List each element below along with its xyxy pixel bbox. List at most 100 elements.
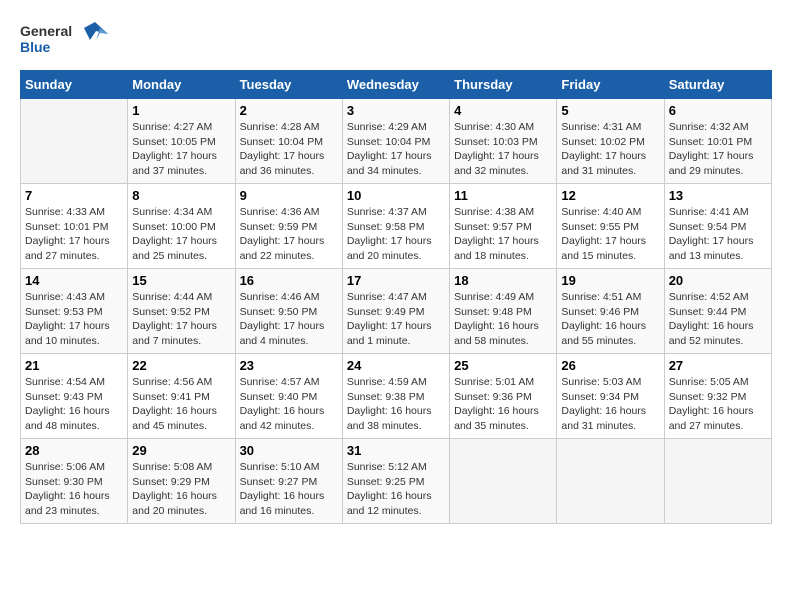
day-number: 25 [454, 358, 552, 373]
calendar-cell: 2 Sunrise: 4:28 AM Sunset: 10:04 PM Dayli… [235, 99, 342, 184]
calendar-cell: 19 Sunrise: 4:51 AM Sunset: 9:46 PM Dayli… [557, 269, 664, 354]
day-number: 12 [561, 188, 659, 203]
day-info: Sunrise: 5:12 AM Sunset: 9:25 PM Dayligh… [347, 460, 445, 519]
calendar-table: SundayMondayTuesdayWednesdayThursdayFrid… [20, 70, 772, 524]
day-number: 4 [454, 103, 552, 118]
day-info: Sunrise: 4:49 AM Sunset: 9:48 PM Dayligh… [454, 290, 552, 349]
day-info: Sunrise: 4:56 AM Sunset: 9:41 PM Dayligh… [132, 375, 230, 434]
day-info: Sunrise: 4:51 AM Sunset: 9:46 PM Dayligh… [561, 290, 659, 349]
day-number: 19 [561, 273, 659, 288]
calendar-cell: 12 Sunrise: 4:40 AM Sunset: 9:55 PM Dayli… [557, 184, 664, 269]
day-number: 20 [669, 273, 767, 288]
calendar-cell [664, 439, 771, 524]
day-number: 13 [669, 188, 767, 203]
day-number: 10 [347, 188, 445, 203]
calendar-cell: 31 Sunrise: 5:12 AM Sunset: 9:25 PM Dayli… [342, 439, 449, 524]
day-number: 23 [240, 358, 338, 373]
day-number: 24 [347, 358, 445, 373]
day-info: Sunrise: 5:10 AM Sunset: 9:27 PM Dayligh… [240, 460, 338, 519]
day-number: 30 [240, 443, 338, 458]
svg-text:General: General [20, 23, 72, 39]
day-number: 6 [669, 103, 767, 118]
calendar-cell: 3 Sunrise: 4:29 AM Sunset: 10:04 PM Dayli… [342, 99, 449, 184]
day-info: Sunrise: 4:54 AM Sunset: 9:43 PM Dayligh… [25, 375, 123, 434]
col-header-friday: Friday [557, 71, 664, 99]
day-number: 31 [347, 443, 445, 458]
calendar-cell: 21 Sunrise: 4:54 AM Sunset: 9:43 PM Dayli… [21, 354, 128, 439]
day-info: Sunrise: 4:38 AM Sunset: 9:57 PM Dayligh… [454, 205, 552, 264]
day-info: Sunrise: 4:32 AM Sunset: 10:01 PM Daylig… [669, 120, 767, 179]
day-number: 15 [132, 273, 230, 288]
day-number: 29 [132, 443, 230, 458]
day-info: Sunrise: 4:47 AM Sunset: 9:49 PM Dayligh… [347, 290, 445, 349]
day-number: 3 [347, 103, 445, 118]
calendar-cell: 7 Sunrise: 4:33 AM Sunset: 10:01 PM Dayli… [21, 184, 128, 269]
day-info: Sunrise: 5:06 AM Sunset: 9:30 PM Dayligh… [25, 460, 123, 519]
calendar-cell: 15Sunrise: 4:44 AM Sunset: 9:52 PM Dayli… [128, 269, 235, 354]
calendar-cell: 29 Sunrise: 5:08 AM Sunset: 9:29 PM Dayli… [128, 439, 235, 524]
day-info: Sunrise: 4:30 AM Sunset: 10:03 PM Daylig… [454, 120, 552, 179]
day-info: Sunrise: 4:27 AM Sunset: 10:05 PM Daylig… [132, 120, 230, 179]
calendar-cell: 8 Sunrise: 4:34 AM Sunset: 10:00 PM Dayli… [128, 184, 235, 269]
day-info: Sunrise: 5:01 AM Sunset: 9:36 PM Dayligh… [454, 375, 552, 434]
day-info: Sunrise: 4:34 AM Sunset: 10:00 PM Daylig… [132, 205, 230, 264]
col-header-sunday: Sunday [21, 71, 128, 99]
calendar-cell: 5 Sunrise: 4:31 AM Sunset: 10:02 PM Dayli… [557, 99, 664, 184]
day-number: 26 [561, 358, 659, 373]
day-info: Sunrise: 5:05 AM Sunset: 9:32 PM Dayligh… [669, 375, 767, 434]
day-number: 5 [561, 103, 659, 118]
calendar-cell: 30 Sunrise: 5:10 AM Sunset: 9:27 PM Dayli… [235, 439, 342, 524]
day-info: Sunrise: 4:28 AM Sunset: 10:04 PM Daylig… [240, 120, 338, 179]
day-number: 27 [669, 358, 767, 373]
col-header-saturday: Saturday [664, 71, 771, 99]
day-info: Sunrise: 4:52 AM Sunset: 9:44 PM Dayligh… [669, 290, 767, 349]
day-info: Sunrise: 4:29 AM Sunset: 10:04 PM Daylig… [347, 120, 445, 179]
calendar-cell: 20 Sunrise: 4:52 AM Sunset: 9:44 PM Dayli… [664, 269, 771, 354]
day-info: Sunrise: 4:40 AM Sunset: 9:55 PM Dayligh… [561, 205, 659, 264]
col-header-thursday: Thursday [450, 71, 557, 99]
calendar-cell [557, 439, 664, 524]
calendar-cell: 13Sunrise: 4:41 AM Sunset: 9:54 PM Dayli… [664, 184, 771, 269]
day-number: 2 [240, 103, 338, 118]
day-info: Sunrise: 5:03 AM Sunset: 9:34 PM Dayligh… [561, 375, 659, 434]
calendar-cell: 6 Sunrise: 4:32 AM Sunset: 10:01 PM Dayli… [664, 99, 771, 184]
day-number: 22 [132, 358, 230, 373]
day-number: 11 [454, 188, 552, 203]
day-info: Sunrise: 4:31 AM Sunset: 10:02 PM Daylig… [561, 120, 659, 179]
day-number: 28 [25, 443, 123, 458]
calendar-cell: 11 Sunrise: 4:38 AM Sunset: 9:57 PM Dayli… [450, 184, 557, 269]
day-info: Sunrise: 4:33 AM Sunset: 10:01 PM Daylig… [25, 205, 123, 264]
day-number: 16 [240, 273, 338, 288]
day-number: 7 [25, 188, 123, 203]
calendar-cell: 28 Sunrise: 5:06 AM Sunset: 9:30 PM Dayli… [21, 439, 128, 524]
calendar-cell: 24 Sunrise: 4:59 AM Sunset: 9:38 PM Dayli… [342, 354, 449, 439]
day-info: Sunrise: 5:08 AM Sunset: 9:29 PM Dayligh… [132, 460, 230, 519]
calendar-cell: 9 Sunrise: 4:36 AM Sunset: 9:59 PM Daylig… [235, 184, 342, 269]
day-info: Sunrise: 4:36 AM Sunset: 9:59 PM Dayligh… [240, 205, 338, 264]
calendar-cell [450, 439, 557, 524]
day-info: Sunrise: 4:37 AM Sunset: 9:58 PM Dayligh… [347, 205, 445, 264]
day-number: 1 [132, 103, 230, 118]
calendar-cell: 10 Sunrise: 4:37 AM Sunset: 9:58 PM Dayli… [342, 184, 449, 269]
logo: General Blue [20, 20, 110, 60]
day-info: Sunrise: 4:57 AM Sunset: 9:40 PM Dayligh… [240, 375, 338, 434]
day-number: 8 [132, 188, 230, 203]
day-number: 21 [25, 358, 123, 373]
calendar-cell: 18Sunrise: 4:49 AM Sunset: 9:48 PM Dayli… [450, 269, 557, 354]
svg-text:Blue: Blue [20, 39, 51, 55]
col-header-wednesday: Wednesday [342, 71, 449, 99]
calendar-cell: 14Sunrise: 4:43 AM Sunset: 9:53 PM Dayli… [21, 269, 128, 354]
calendar-cell: 4 Sunrise: 4:30 AM Sunset: 10:03 PM Dayli… [450, 99, 557, 184]
day-number: 9 [240, 188, 338, 203]
calendar-cell: 23 Sunrise: 4:57 AM Sunset: 9:40 PM Dayli… [235, 354, 342, 439]
calendar-cell: 27 Sunrise: 5:05 AM Sunset: 9:32 PM Dayli… [664, 354, 771, 439]
calendar-cell: 22 Sunrise: 4:56 AM Sunset: 9:41 PM Dayli… [128, 354, 235, 439]
calendar-cell: 17 Sunrise: 4:47 AM Sunset: 9:49 PM Dayli… [342, 269, 449, 354]
day-number: 17 [347, 273, 445, 288]
page-header: General Blue [20, 20, 772, 60]
calendar-cell: 26 Sunrise: 5:03 AM Sunset: 9:34 PM Dayli… [557, 354, 664, 439]
calendar-cell: 25 Sunrise: 5:01 AM Sunset: 9:36 PM Dayli… [450, 354, 557, 439]
day-info: Sunrise: 4:59 AM Sunset: 9:38 PM Dayligh… [347, 375, 445, 434]
calendar-cell [21, 99, 128, 184]
col-header-tuesday: Tuesday [235, 71, 342, 99]
